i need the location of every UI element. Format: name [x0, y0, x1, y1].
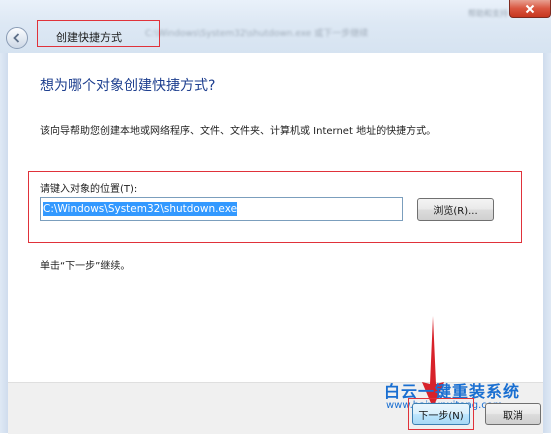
location-input-value: C:\Windows\System32\shutdown.exe	[43, 202, 238, 216]
page-description: 该向导帮助您创建本地或网络程序、文件、文件夹、计算机或 Internet 地址的…	[40, 126, 437, 137]
wizard-content: 想为哪个对象创建快捷方式? 该向导帮助您创建本地或网络程序、文件、文件夹、计算机…	[8, 53, 543, 382]
close-button[interactable]	[509, 0, 551, 18]
cancel-button[interactable]: 取消	[485, 403, 541, 425]
location-input[interactable]: C:\Windows\System32\shutdown.exe	[40, 197, 403, 221]
close-icon	[525, 4, 535, 13]
page-heading: 想为哪个对象创建快捷方式?	[40, 78, 216, 94]
back-button[interactable]	[6, 27, 28, 49]
continue-note: 单击“下一步”继续。	[40, 261, 131, 272]
title-bar: C:\Windows\System32\shutdown.exe 或下一步继续 …	[0, 0, 551, 53]
browse-button[interactable]: 浏览(R)...	[417, 198, 494, 221]
next-highlight-box	[408, 398, 474, 430]
location-label: 请键入对象的位置(T):	[40, 184, 138, 195]
window-frame-left	[0, 53, 8, 433]
window-frame-right	[543, 53, 551, 433]
back-arrow-icon	[13, 33, 20, 43]
background-blurred-text: C:\Windows\System32\shutdown.exe 或下一步继续	[145, 29, 369, 39]
title-highlight-box	[37, 20, 160, 47]
